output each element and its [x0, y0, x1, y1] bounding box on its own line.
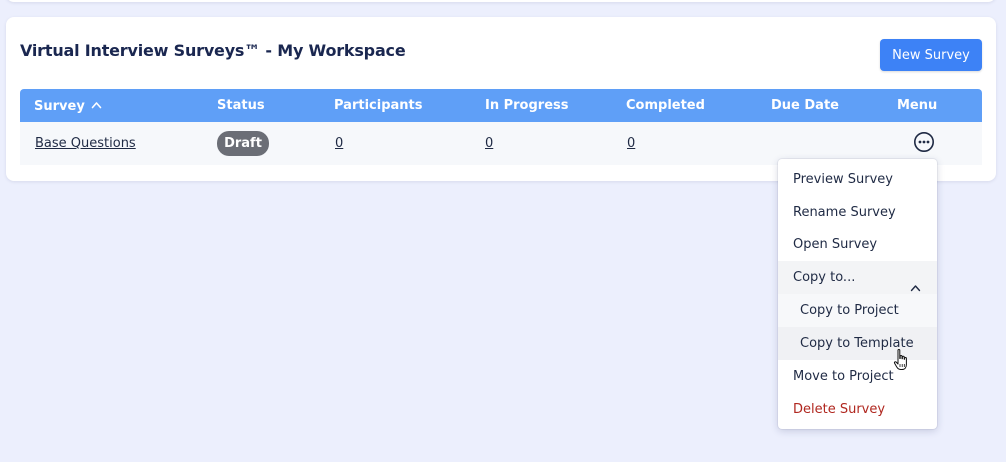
menu-item-rename-survey[interactable]: Rename Survey — [778, 196, 937, 229]
menu-item-move-to-project[interactable]: Move to Project — [778, 360, 937, 393]
menu-item-copy-to[interactable]: Copy to... — [778, 261, 937, 294]
menu-item-copy-to-project[interactable]: Copy to Project — [778, 294, 937, 327]
column-header-status[interactable]: Status — [217, 98, 265, 113]
menu-item-copy-to-label: Copy to... — [793, 270, 856, 285]
menu-item-copy-to-template[interactable]: Copy to Template — [778, 327, 937, 360]
completed-count-link[interactable]: 0 — [627, 136, 635, 151]
menu-item-open-survey[interactable]: Open Survey — [778, 228, 937, 261]
table-header: Survey Status Participants In Progress C… — [20, 89, 982, 122]
column-header-completed[interactable]: Completed — [626, 98, 705, 113]
survey-panel: Virtual Interview Surveys™ - My Workspac… — [6, 17, 996, 181]
chevron-up-icon — [91, 98, 102, 113]
column-header-survey[interactable]: Survey — [34, 98, 102, 114]
column-header-due-date[interactable]: Due Date — [771, 98, 839, 113]
previous-panel-edge — [6, 0, 996, 2]
column-header-survey-label: Survey — [34, 99, 85, 114]
menu-item-preview-survey[interactable]: Preview Survey — [778, 163, 937, 196]
survey-actions-menu: Preview Survey Rename Survey Open Survey… — [778, 159, 937, 429]
new-survey-button[interactable]: New Survey — [880, 39, 982, 71]
column-header-menu: Menu — [897, 98, 938, 113]
column-header-participants[interactable]: Participants — [334, 98, 422, 113]
survey-name-link[interactable]: Base Questions — [35, 136, 136, 151]
participants-count-link[interactable]: 0 — [335, 136, 343, 151]
page-title: Virtual Interview Surveys™ - My Workspac… — [20, 41, 406, 60]
more-options-icon[interactable] — [913, 131, 935, 153]
in-progress-count-link[interactable]: 0 — [485, 136, 493, 151]
status-badge: Draft — [217, 131, 269, 156]
menu-item-delete-survey[interactable]: Delete Survey — [778, 393, 937, 426]
column-header-in-progress[interactable]: In Progress — [485, 98, 569, 113]
